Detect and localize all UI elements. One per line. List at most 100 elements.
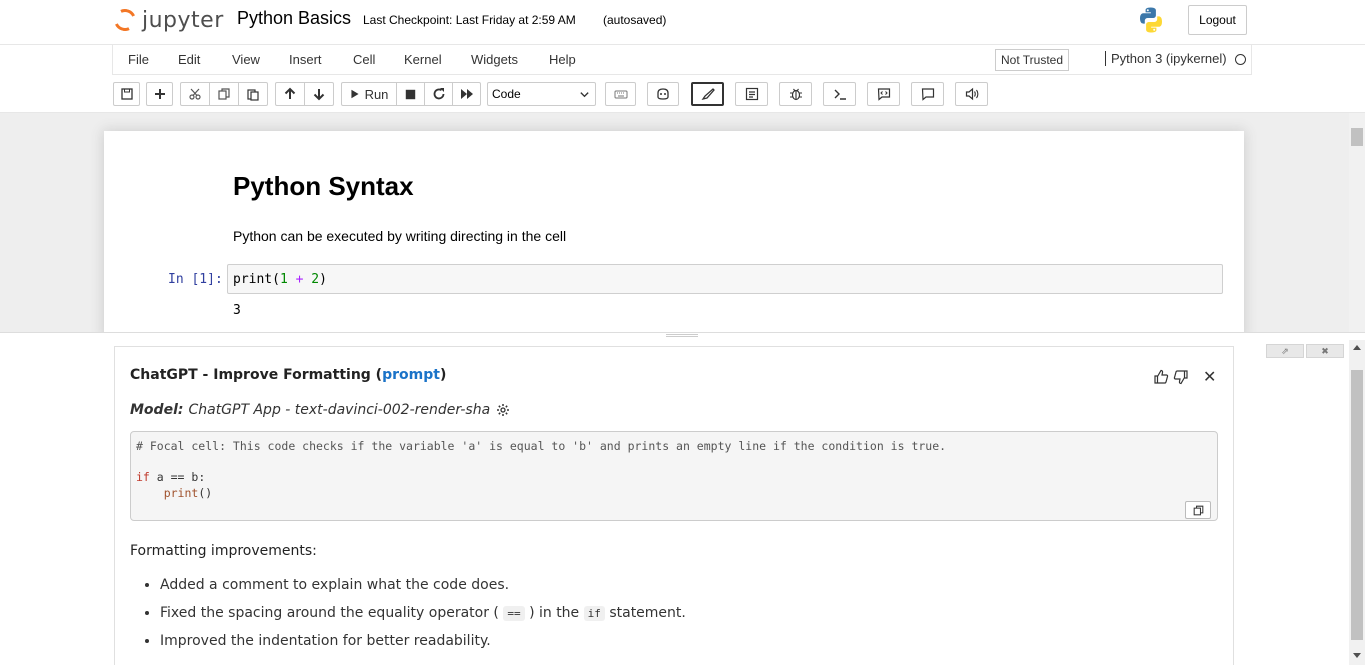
checkpoint-status: Last Checkpoint: Last Friday at 2:59 AM — [363, 13, 576, 27]
scrollbar-thumb[interactable] — [1351, 128, 1363, 146]
prompt-link[interactable]: prompt — [382, 367, 440, 383]
comment-code-icon — [877, 88, 890, 101]
copilot-icon — [657, 88, 669, 100]
chat-button[interactable] — [911, 82, 944, 106]
close-icon: ✖ — [1321, 345, 1329, 356]
bug-icon — [789, 88, 802, 101]
suggested-code[interactable]: # Focal cell: This code checks if the va… — [130, 431, 1218, 521]
model-value: ChatGPT App - text-davinci-002-render-sh… — [188, 402, 491, 418]
python-logo-icon — [1140, 7, 1162, 33]
resize-grip-icon[interactable] — [666, 334, 698, 337]
menubar: File Edit View Insert Cell Kernel Widget… — [0, 45, 1365, 75]
chatgpt-card: ChatGPT - Improve Formatting (prompt) ✕ … — [114, 346, 1234, 665]
comment-code-button[interactable] — [867, 82, 900, 106]
format-brush-button[interactable] — [691, 82, 724, 106]
paste-button[interactable] — [238, 82, 268, 106]
debug-button[interactable] — [779, 82, 812, 106]
scroll-down-icon[interactable] — [1353, 653, 1361, 658]
scrollbar-thumb[interactable] — [1351, 370, 1363, 640]
menu-widgets[interactable]: Widgets — [471, 52, 518, 67]
move-down-button[interactable] — [304, 82, 334, 106]
code-paren: ) — [319, 272, 327, 287]
code-number: 2 — [311, 272, 320, 287]
autosave-status: (autosaved) — [603, 13, 667, 27]
close-panel-button[interactable]: ✖ — [1306, 344, 1344, 358]
menu-help[interactable]: Help — [549, 52, 576, 67]
cell-type-value: Code — [492, 87, 521, 101]
menu-insert[interactable]: Insert — [289, 52, 322, 67]
gear-icon[interactable] — [496, 403, 510, 417]
improvements-heading: Formatting improvements: — [130, 543, 317, 559]
improvement-text: statement. — [609, 605, 686, 621]
markdown-heading[interactable]: Python Syntax — [233, 171, 414, 202]
external-link-icon: ⇗ — [1281, 345, 1289, 356]
menu-cell[interactable]: Cell — [353, 52, 375, 67]
menu-view[interactable]: View — [232, 52, 260, 67]
input-prompt: In [1]: — [168, 272, 223, 287]
arrow-down-icon — [313, 89, 325, 101]
cell-type-select[interactable]: Code — [487, 82, 596, 106]
notebook-title[interactable]: Python Basics — [237, 8, 351, 29]
panel-splitter[interactable] — [0, 332, 1365, 340]
save-button[interactable] — [113, 82, 140, 106]
menu-edit[interactable]: Edit — [178, 52, 200, 67]
notebook-scrollbar[interactable] — [1349, 113, 1365, 333]
move-up-button[interactable] — [275, 82, 305, 106]
inline-code: if — [583, 606, 605, 621]
format-icon — [745, 87, 758, 101]
improvement-text: Fixed the spacing around the equality op… — [160, 605, 499, 621]
restart-button[interactable] — [424, 82, 453, 106]
improvement-text: ) in the — [529, 605, 580, 621]
code-function: print — [163, 485, 199, 500]
code-number: 1 — [279, 272, 288, 287]
code-keyword: if — [136, 470, 150, 484]
terminal-icon — [834, 89, 846, 100]
run-button[interactable]: Run — [341, 82, 397, 106]
speak-button[interactable] — [955, 82, 988, 106]
thumbs-down-icon[interactable] — [1173, 369, 1189, 385]
terminal-button[interactable] — [823, 82, 856, 106]
scroll-up-icon[interactable] — [1353, 345, 1361, 350]
copy-code-button[interactable] — [1185, 501, 1211, 519]
copilot-button[interactable] — [647, 82, 679, 106]
explain-button[interactable] — [735, 82, 768, 106]
interrupt-button[interactable] — [396, 82, 425, 106]
inline-code: == — [503, 606, 525, 621]
code-operator: + — [295, 272, 304, 287]
code-cell-input[interactable]: print(1 + 2) — [227, 264, 1223, 294]
insert-cell-button[interactable] — [146, 82, 173, 106]
fast-forward-icon — [460, 89, 473, 99]
panel-scrollbar[interactable] — [1349, 340, 1365, 665]
logout-button[interactable]: Logout — [1188, 5, 1247, 35]
plus-icon — [154, 89, 165, 99]
thumbs-up-icon[interactable] — [1153, 369, 1169, 385]
cut-button[interactable] — [180, 82, 210, 106]
keyboard-icon — [614, 90, 627, 99]
model-label: Model: — [130, 402, 184, 418]
markdown-text[interactable]: Python can be executed by writing direct… — [233, 228, 566, 244]
comment-icon — [921, 88, 934, 101]
command-palette-button[interactable] — [605, 82, 636, 106]
notebook-area[interactable]: Python Syntax Python can be executed by … — [0, 113, 1349, 333]
stop-icon — [405, 89, 416, 99]
code-condition: a == b: — [149, 470, 206, 484]
code-comment: # Focal cell: This code checks if the va… — [136, 439, 947, 453]
model-line: Model: ChatGPT App - text-davinci-002-re… — [130, 402, 510, 418]
close-icon[interactable]: ✕ — [1203, 367, 1216, 386]
trust-indicator[interactable]: Not Trusted — [995, 49, 1070, 71]
header: jupyter Python Basics Last Checkpoint: L… — [0, 0, 1365, 45]
menu-kernel[interactable]: Kernel — [404, 52, 442, 67]
restart-icon — [433, 88, 444, 100]
improvement-text: Improved the indentation for better read… — [160, 633, 491, 649]
jupyter-logo[interactable]: jupyter — [110, 4, 224, 36]
arrow-up-icon — [284, 87, 296, 99]
restart-run-all-button[interactable] — [452, 82, 481, 106]
logo-text: jupyter — [142, 7, 224, 33]
notebook-page: Python Syntax Python can be executed by … — [104, 131, 1244, 333]
copy-button[interactable] — [209, 82, 239, 106]
kernel-name: Python 3 (ipykernel) — [1105, 51, 1227, 66]
panel-tools: ⇗ ✖ — [1266, 344, 1344, 358]
menu-file[interactable]: File — [128, 52, 149, 67]
list-item: Added a comment to explain what the code… — [160, 577, 686, 605]
popout-button[interactable]: ⇗ — [1266, 344, 1304, 358]
